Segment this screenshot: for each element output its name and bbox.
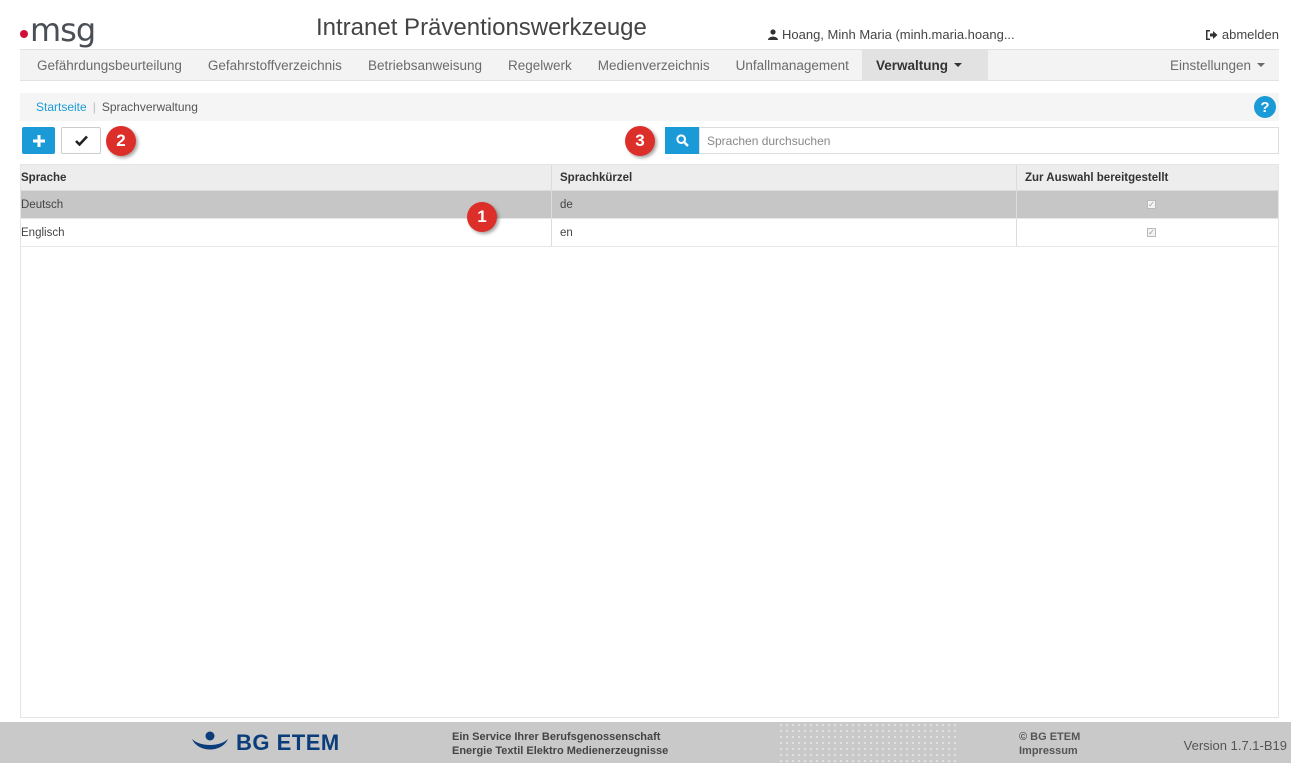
caret-down-icon xyxy=(1257,63,1265,67)
footer-dot-pattern xyxy=(778,722,956,763)
nav-item-betriebsanweisung[interactable]: Betriebsanweisung xyxy=(355,50,495,80)
nav-item-unfallmanagement[interactable]: Unfallmanagement xyxy=(723,50,862,80)
logo-text: msg xyxy=(30,11,96,49)
cell-bereitgestellt: ✓ xyxy=(1017,191,1278,218)
caret-down-icon xyxy=(953,63,962,67)
check-icon xyxy=(74,135,88,146)
bg-etem-logo[interactable]: BG ETEM xyxy=(190,730,340,756)
nav-item-regelwerk[interactable]: Regelwerk xyxy=(495,50,585,80)
footer: BG ETEM Ein Service Ihrer Berufsgenossen… xyxy=(0,722,1291,763)
logout-link[interactable]: abmelden xyxy=(1205,27,1279,42)
nav-item-gefahrstoffverzeichnis[interactable]: Gefahrstoffverzeichnis xyxy=(195,50,355,80)
header: msg Intranet Präventionswerkzeuge Hoang,… xyxy=(0,0,1291,48)
search-input[interactable] xyxy=(699,127,1279,154)
nav-item-verwaltung-label: Verwaltung xyxy=(875,57,948,73)
footer-version: Version 1.7.1-B19 xyxy=(1183,738,1287,753)
checkbox-bereitgestellt[interactable]: ✓ xyxy=(1147,200,1156,209)
main-nav: Gefährdungsbeurteilung Gefahrstoffverzei… xyxy=(20,49,1279,81)
save-check-button[interactable] xyxy=(61,127,101,154)
table-row[interactable]: Deutsch de ✓ xyxy=(21,191,1278,219)
footer-service-line2: Energie Textil Elektro Medienerzeugnisse xyxy=(452,745,669,757)
sign-out-icon xyxy=(1205,29,1218,40)
footer-service-text: Ein Service Ihrer Berufsgenossenschaft E… xyxy=(452,730,668,758)
footer-impressum-link[interactable]: Impressum xyxy=(1019,744,1080,758)
nav-item-medienverzeichnis[interactable]: Medienverzeichnis xyxy=(585,50,723,80)
cell-sprachkuerzel: en xyxy=(552,219,1017,246)
breadcrumb-home-link[interactable]: Startseite xyxy=(36,100,87,114)
footer-service-line1: Ein Service Ihrer Berufsgenossenschaft xyxy=(452,731,661,743)
column-header-sprache[interactable]: Sprache xyxy=(21,165,552,190)
page: msg Intranet Präventionswerkzeuge Hoang,… xyxy=(0,0,1291,763)
nav-item-gefaehrdungsbeurteilung[interactable]: Gefährdungsbeurteilung xyxy=(20,50,195,80)
breadcrumb: Startseite | Sprachverwaltung ? xyxy=(20,93,1279,121)
msg-logo[interactable]: msg xyxy=(20,6,96,49)
user-info[interactable]: Hoang, Minh Maria (minh.maria.hoang... xyxy=(768,27,1015,42)
breadcrumb-current: Sprachverwaltung xyxy=(101,100,198,114)
nav-item-verwaltung[interactable]: Verwaltung xyxy=(861,50,988,80)
bg-etem-logo-icon xyxy=(192,731,228,750)
app-title: Intranet Präventionswerkzeuge xyxy=(316,14,647,41)
language-table: Sprache Sprachkürzel Zur Auswahl bereitg… xyxy=(20,164,1279,718)
nav-settings-label: Einstellungen xyxy=(1169,57,1251,73)
column-header-sprachkuerzel[interactable]: Sprachkürzel xyxy=(552,165,1017,190)
user-name: Hoang, Minh Maria (minh.maria.hoang... xyxy=(782,27,1015,42)
logo-dot xyxy=(20,30,28,38)
search-button[interactable] xyxy=(665,127,699,154)
help-icon[interactable]: ? xyxy=(1254,96,1276,118)
search-icon xyxy=(675,134,689,147)
annotation-badge-3: 3 xyxy=(625,126,655,156)
annotation-badge-2: 2 xyxy=(106,126,136,156)
add-language-button[interactable] xyxy=(22,127,55,154)
table-header: Sprache Sprachkürzel Zur Auswahl bereitg… xyxy=(21,165,1278,191)
cell-sprachkuerzel: de xyxy=(552,191,1017,218)
bg-etem-brand: BG ETEM xyxy=(236,730,340,755)
breadcrumb-separator: | xyxy=(92,100,96,114)
cell-bereitgestellt: ✓ xyxy=(1017,219,1278,246)
annotation-badge-1: 1 xyxy=(467,202,497,232)
table-row[interactable]: Englisch en ✓ xyxy=(21,219,1278,247)
footer-copyright: © BG ETEM Impressum xyxy=(1019,730,1080,758)
footer-copyright-text: © BG ETEM xyxy=(1019,731,1081,743)
user-icon xyxy=(768,29,778,40)
column-header-bereitgestellt[interactable]: Zur Auswahl bereitgestellt xyxy=(1017,165,1278,190)
nav-item-einstellungen[interactable]: Einstellungen xyxy=(1157,50,1279,80)
checkbox-bereitgestellt[interactable]: ✓ xyxy=(1147,228,1156,237)
plus-icon xyxy=(32,134,45,147)
logout-label: abmelden xyxy=(1221,27,1279,42)
